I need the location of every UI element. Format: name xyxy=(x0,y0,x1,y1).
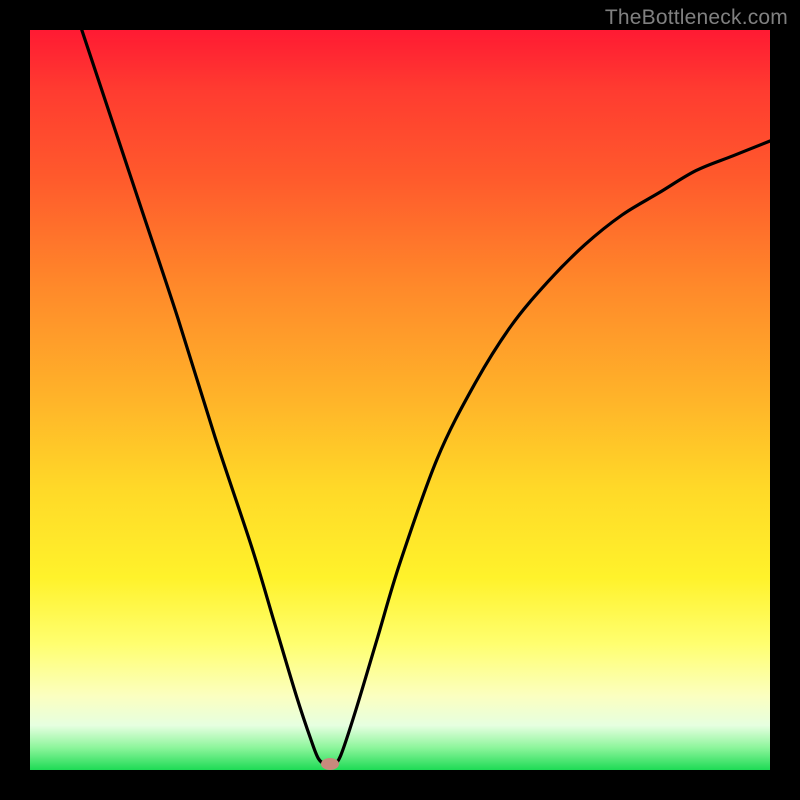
plot-area xyxy=(30,30,770,770)
watermark-text: TheBottleneck.com xyxy=(605,6,788,30)
bottleneck-curve xyxy=(30,30,770,770)
optimal-point-marker xyxy=(321,758,339,770)
chart-frame: TheBottleneck.com xyxy=(0,0,800,800)
